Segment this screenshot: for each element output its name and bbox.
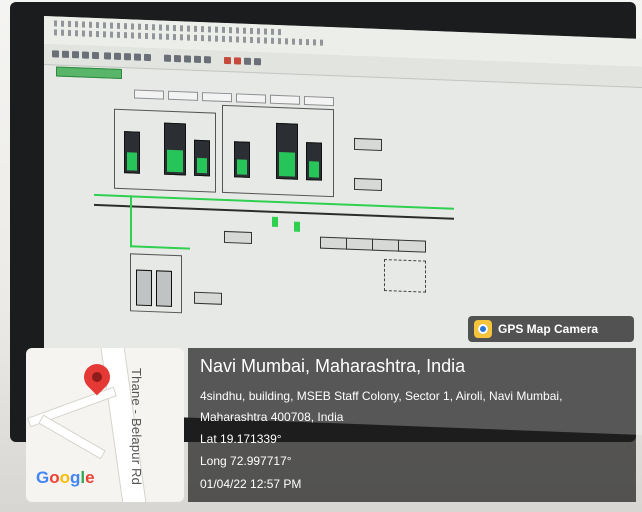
breaker[interactable] bbox=[272, 216, 278, 227]
latitude-text: Lat 19.171339° bbox=[200, 432, 282, 446]
device[interactable] bbox=[320, 236, 348, 250]
cabinet[interactable] bbox=[136, 269, 152, 307]
hmi-button[interactable] bbox=[304, 95, 334, 107]
map-road bbox=[38, 414, 106, 460]
device[interactable] bbox=[398, 239, 426, 253]
device[interactable] bbox=[346, 237, 374, 251]
hmi-tab-active[interactable] bbox=[56, 66, 122, 79]
cabinet[interactable] bbox=[156, 270, 172, 307]
badge-label: GPS Map Camera bbox=[498, 322, 599, 336]
cabinet[interactable] bbox=[234, 141, 250, 178]
gps-map-camera-badge: GPS Map Camera bbox=[468, 316, 634, 342]
device[interactable] bbox=[372, 238, 400, 252]
map-road-label: Thane - Belapur Rd bbox=[129, 368, 144, 486]
location-title: Navi Mumbai, Maharashtra, India bbox=[200, 356, 466, 376]
camera-app-icon bbox=[474, 320, 492, 338]
device[interactable] bbox=[354, 137, 382, 151]
longitude-text: Long 72.997717° bbox=[200, 454, 292, 468]
device[interactable] bbox=[194, 291, 222, 305]
hmi-button[interactable] bbox=[168, 90, 198, 101]
breaker[interactable] bbox=[294, 221, 300, 232]
map-thumbnail: Thane - Belapur Rd Google bbox=[26, 348, 184, 502]
dashed-link bbox=[384, 259, 426, 293]
hmi-button[interactable] bbox=[202, 92, 232, 103]
cabinet[interactable] bbox=[306, 142, 322, 181]
cabinet[interactable] bbox=[194, 139, 210, 177]
feeder bbox=[130, 195, 132, 248]
hmi-button[interactable] bbox=[236, 93, 266, 104]
cabinet[interactable] bbox=[164, 122, 186, 176]
hmi-button[interactable] bbox=[134, 89, 164, 100]
feeder bbox=[130, 245, 190, 250]
device[interactable] bbox=[354, 177, 382, 191]
cabinet[interactable] bbox=[124, 131, 140, 174]
location-info-panel: Navi Mumbai, Maharashtra, India 4sindhu,… bbox=[188, 348, 636, 502]
address-text: 4sindhu, building, MSEB Staff Colony, Se… bbox=[200, 389, 563, 424]
google-logo: Google bbox=[36, 468, 95, 487]
datetime-text: 01/04/22 12:57 PM bbox=[200, 477, 302, 491]
cabinet[interactable] bbox=[276, 122, 298, 180]
device[interactable] bbox=[224, 230, 252, 244]
hmi-button[interactable] bbox=[270, 94, 300, 105]
